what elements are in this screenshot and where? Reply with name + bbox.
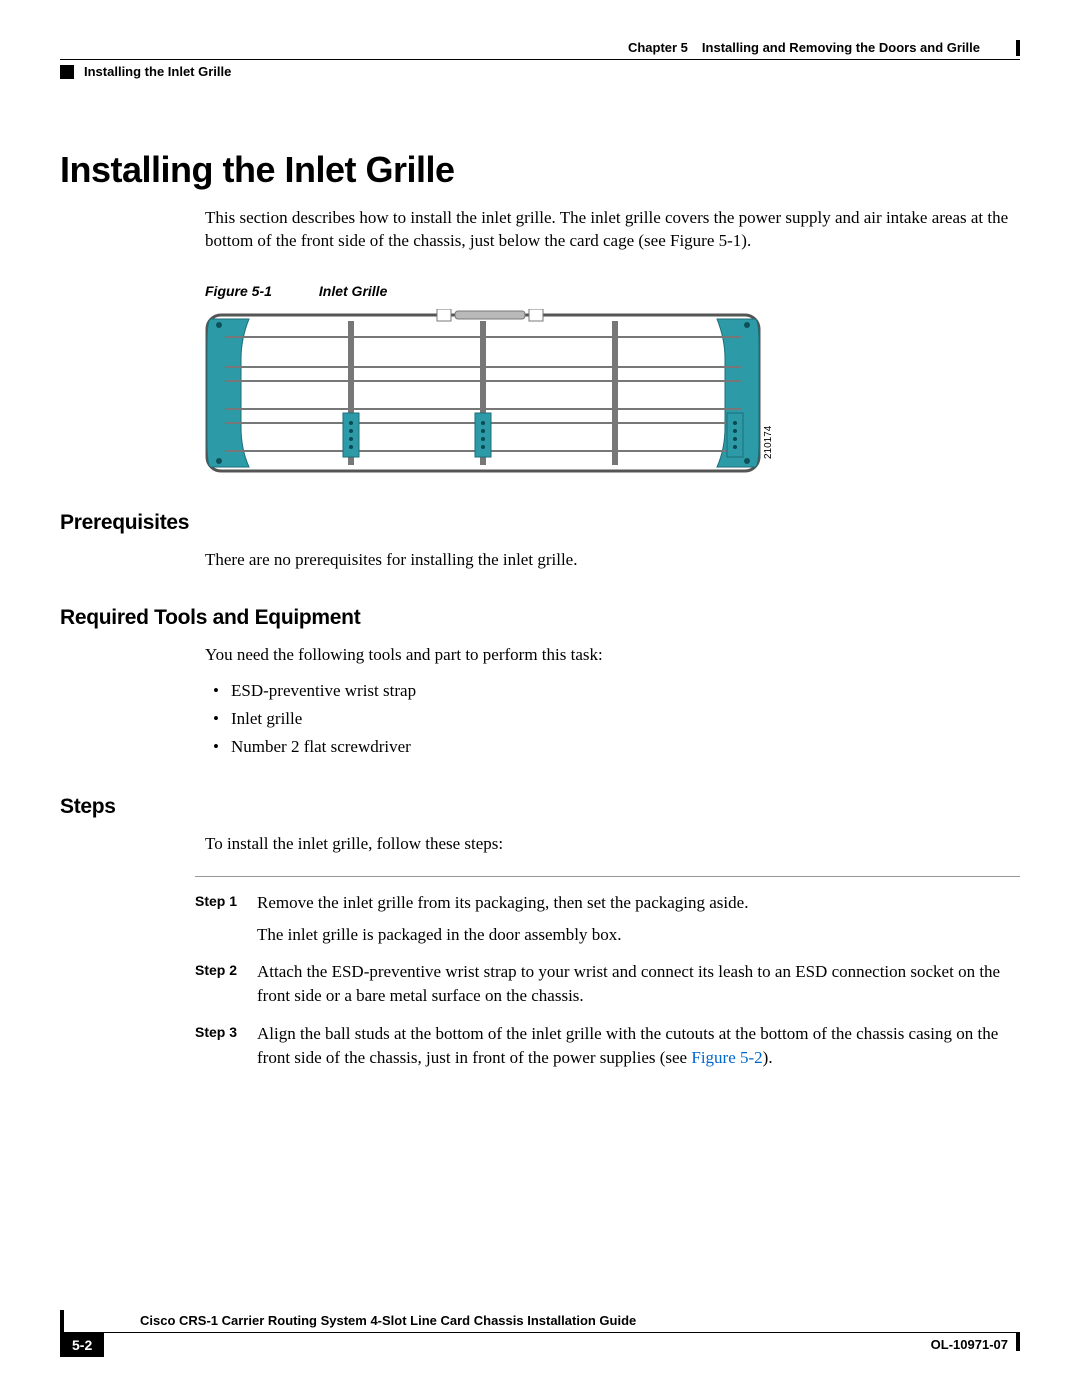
intro-paragraph: This section describes how to install th…: [205, 207, 1020, 253]
step-row: Step 3 Align the ball studs at the botto…: [195, 1022, 1020, 1070]
step-text: Align the ball studs at the bottom of th…: [257, 1022, 1020, 1070]
prereq-text: There are no prerequisites for installin…: [205, 549, 1020, 572]
step-label: Step 2: [195, 960, 257, 1008]
step-label: Step 3: [195, 1022, 257, 1070]
step-text: Remove the inlet grille from its packagi…: [257, 891, 1020, 915]
figure-caption: Figure 5-1 Inlet Grille: [205, 283, 1020, 299]
guide-title: Cisco CRS-1 Carrier Routing System 4-Slo…: [140, 1313, 636, 1328]
list-item: Inlet grille: [231, 705, 1020, 733]
figure-title: Inlet Grille: [319, 283, 387, 299]
step-label: Step 1: [195, 891, 257, 915]
header-bar-icon: [1016, 40, 1020, 56]
steps-rule-icon: [195, 876, 1020, 877]
figure-asset-id: 210174: [763, 425, 774, 459]
square-bullet-icon: [60, 65, 74, 79]
page-title: Installing the Inlet Grille: [60, 149, 1020, 191]
step-row: Step 1 Remove the inlet grille from its …: [195, 891, 1020, 915]
step-row: Step 2 Attach the ESD-preventive wrist s…: [195, 960, 1020, 1008]
document-number: OL-10971-07: [931, 1333, 1020, 1352]
figure-inlet-grille: 210174: [205, 309, 1020, 477]
heading-tools: Required Tools and Equipment: [60, 606, 1020, 630]
section-name: Installing the Inlet Grille: [84, 64, 231, 79]
tools-intro: You need the following tools and part to…: [205, 644, 1020, 667]
step-text: Attach the ESD-preventive wrist strap to…: [257, 960, 1020, 1008]
running-subheader: Installing the Inlet Grille: [60, 59, 1020, 79]
page-number: 5-2: [60, 1333, 104, 1357]
list-item: Number 2 flat screwdriver: [231, 733, 1020, 761]
heading-steps: Steps: [60, 795, 1020, 819]
running-header: Chapter 5 Installing and Removing the Do…: [60, 40, 1020, 55]
heading-prerequisites: Prerequisites: [60, 511, 1020, 535]
page-footer: Cisco CRS-1 Carrier Routing System 4-Slo…: [60, 1313, 1020, 1357]
step-extra: The inlet grille is packaged in the door…: [257, 923, 1020, 947]
list-item: ESD-preventive wrist strap: [231, 677, 1020, 705]
chapter-title: Installing and Removing the Doors and Gr…: [702, 40, 980, 55]
figure-number: Figure 5-1: [205, 283, 315, 299]
tools-list: ESD-preventive wrist strap Inlet grille …: [205, 677, 1020, 761]
chapter-label: Chapter 5: [628, 40, 688, 55]
figure-link[interactable]: Figure 5-2: [691, 1048, 762, 1067]
steps-intro: To install the inlet grille, follow thes…: [205, 833, 1020, 856]
